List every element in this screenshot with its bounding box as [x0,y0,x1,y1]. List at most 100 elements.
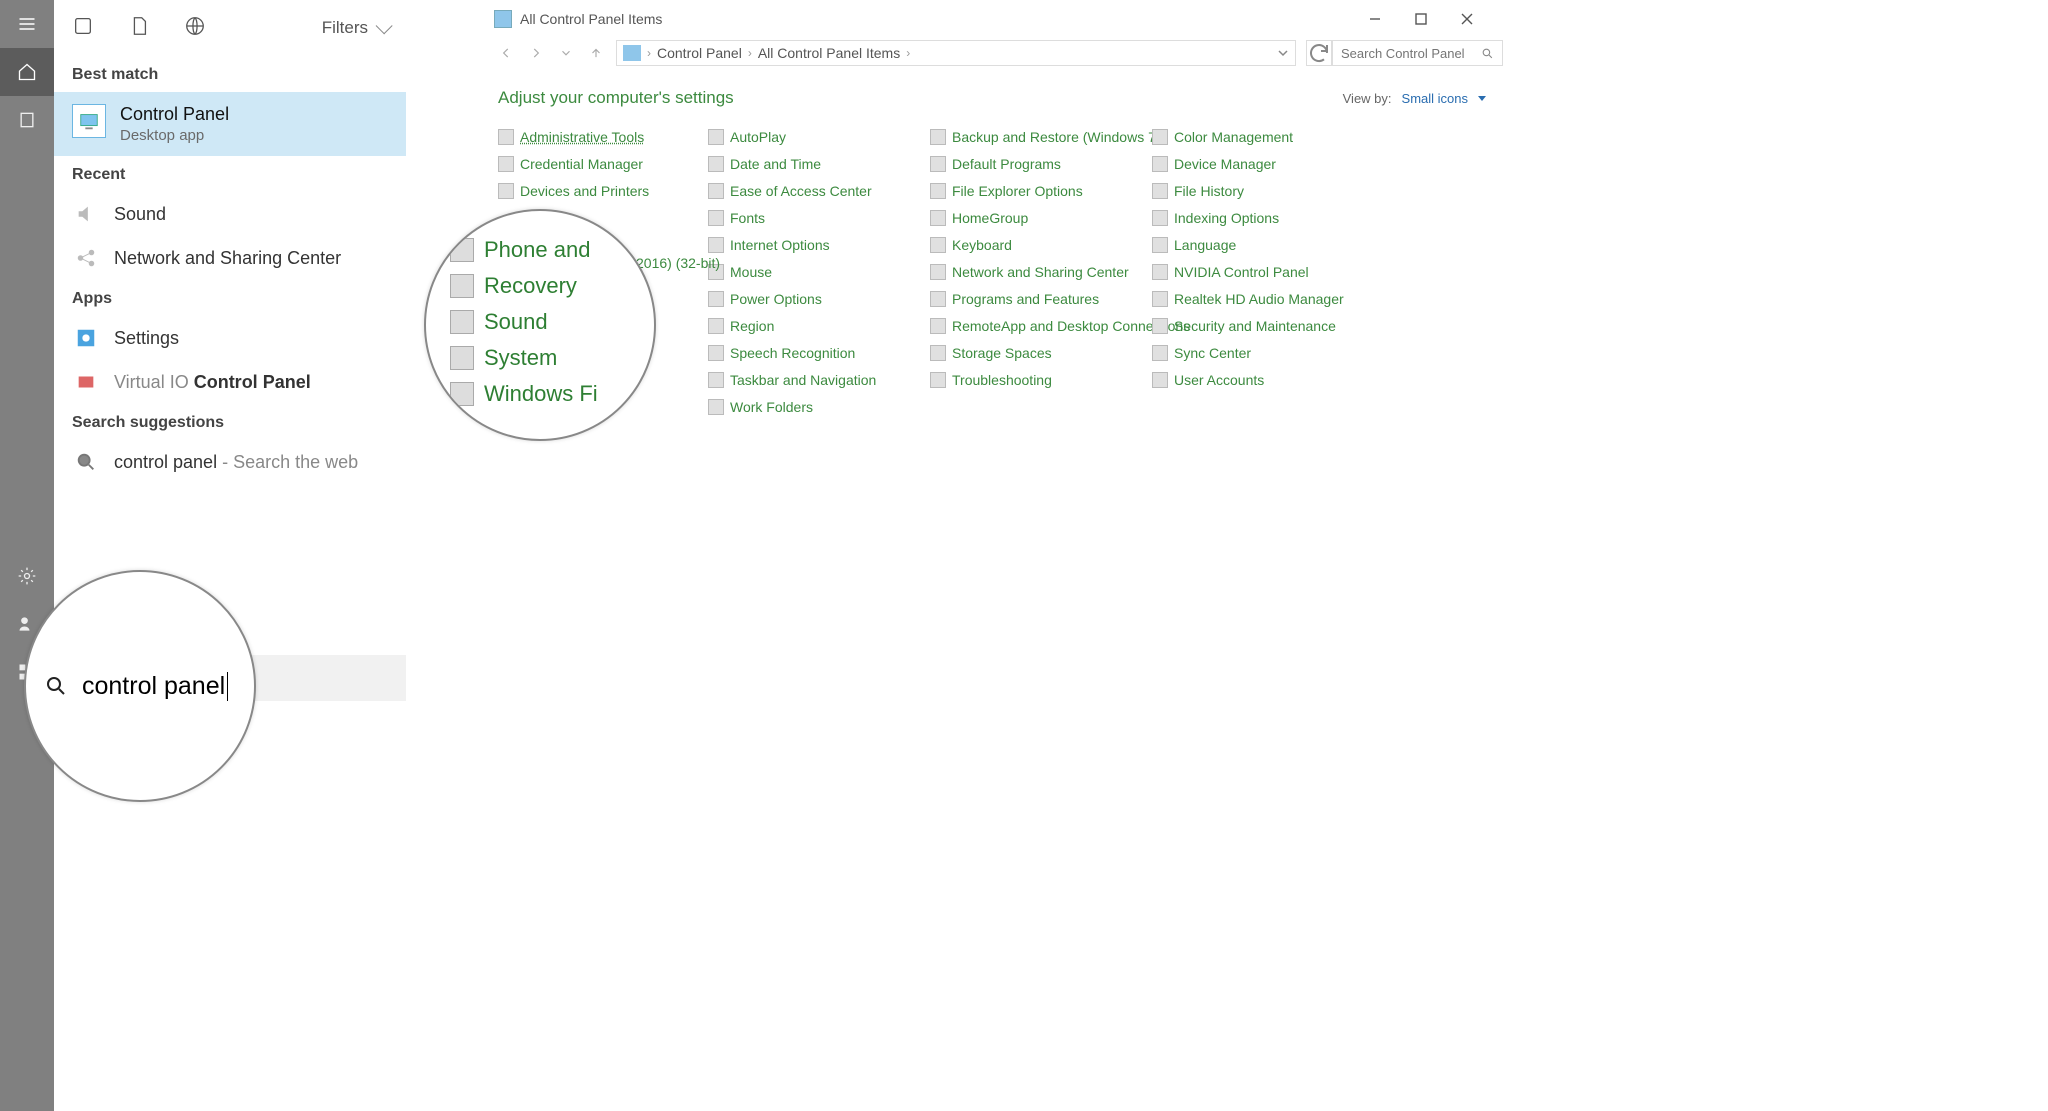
recent-item[interactable]: Sound [54,192,406,236]
apps-item[interactable]: Virtual IO Control Panel [54,360,406,404]
cp-item[interactable]: File Explorer Options [930,180,1152,202]
cp-item-label: Backup and Restore (Windows 7) [952,129,1161,145]
cp-item[interactable]: Taskbar and Navigation [708,369,930,391]
cp-item[interactable]: Realtek HD Audio Manager [1152,288,1372,310]
cp-item[interactable]: AutoPlay [708,126,930,148]
maximize-button[interactable] [1398,5,1444,33]
cp-item[interactable]: Administrative Tools [498,126,708,148]
network-icon [72,244,100,272]
cp-item[interactable]: File History [1152,180,1372,202]
cp-item[interactable]: Storage Spaces [930,342,1152,364]
viewby-label: View by: [1343,91,1392,106]
magnified-items-bubble: Phone and Recovery Sound System Windows … [424,209,656,441]
breadcrumb-bar[interactable]: › Control Panel › All Control Panel Item… [616,40,1296,66]
cp-item[interactable]: Ease of Access Center [708,180,930,202]
cp-item[interactable]: RemoteApp and Desktop Connections [930,315,1152,337]
windows-firewall-icon [450,382,474,406]
filters-dropdown[interactable]: Filters [322,18,388,38]
cp-item[interactable]: Date and Time [708,153,930,175]
cp-item[interactable]: Device Manager [1152,153,1372,175]
cp-item[interactable]: Troubleshooting [930,369,1152,391]
cp-item[interactable]: Keyboard [930,234,1152,256]
cp-item-label: HomeGroup [952,210,1028,226]
cp-item[interactable]: Security and Maintenance [1152,315,1372,337]
web-filter-icon[interactable] [184,15,206,42]
bubble-item[interactable]: Sound [450,309,548,335]
cp-item[interactable]: Language [1152,234,1372,256]
cp-item[interactable]: Network and Sharing Center [930,261,1152,283]
home-button[interactable] [0,48,54,96]
chevron-down-icon [376,17,393,34]
cp-item-icon [708,237,724,253]
breadcrumb-item[interactable]: Control Panel [657,45,742,61]
cp-item [930,396,1152,418]
cp-item-label: Device Manager [1174,156,1276,172]
nav-up-button[interactable] [586,43,606,63]
search-icon [1481,47,1494,60]
cp-item-label: Indexing Options [1174,210,1279,226]
best-match-title: Control Panel [120,104,229,125]
minimize-button[interactable] [1352,5,1398,33]
cp-item[interactable]: Internet Options [708,234,930,256]
sound-icon [450,310,474,334]
search-suggestion[interactable]: control panel - Search the web [54,440,406,484]
cp-item[interactable]: Fonts [708,207,930,229]
refresh-button[interactable] [1306,40,1332,66]
apps-item[interactable]: Settings [54,316,406,360]
settings-button[interactable] [0,552,54,600]
best-match-subtitle: Desktop app [120,127,229,144]
menu-button[interactable] [0,0,54,48]
cp-item[interactable]: Backup and Restore (Windows 7) [930,126,1152,148]
cp-item-icon [708,129,724,145]
nav-forward-button[interactable] [526,43,546,63]
cp-item[interactable]: Sync Center [1152,342,1372,364]
cp-item-label: Storage Spaces [952,345,1052,361]
best-match-result[interactable]: Control Panel Desktop app [54,92,406,156]
cp-item[interactable]: User Accounts [1152,369,1372,391]
recovery-icon [450,274,474,298]
nav-recent-dropdown[interactable] [556,43,576,63]
control-panel-icon [623,45,641,61]
cp-item[interactable]: Indexing Options [1152,207,1372,229]
adjust-settings-label: Adjust your computer's settings [498,88,734,108]
view-by-dropdown[interactable]: View by: Small icons [1343,91,1486,106]
close-button[interactable] [1444,5,1490,33]
bubble-item[interactable]: Windows Fi [450,381,598,407]
cp-search-input[interactable] [1341,46,1481,61]
cp-item-label: Security and Maintenance [1174,318,1336,334]
cp-item[interactable]: Programs and Features [930,288,1152,310]
bubble-item[interactable]: Phone and [450,237,590,263]
recent-item[interactable]: Network and Sharing Center [54,236,406,280]
cp-item-label: Administrative Tools [520,129,644,145]
cp-item[interactable]: Color Management [1152,126,1372,148]
control-panel-items-grid: Administrative ToolsAutoPlayBackup and R… [498,126,1486,418]
cp-item-label: Network and Sharing Center [952,264,1129,280]
breadcrumb-item[interactable]: All Control Panel Items [758,45,900,61]
settings-app-icon [72,324,100,352]
cp-item[interactable]: Speech Recognition [708,342,930,364]
apps-filter-icon[interactable] [72,15,94,42]
nav-back-button[interactable] [496,43,516,63]
apps-label: Virtual IO Control Panel [114,372,311,393]
recent-label: Network and Sharing Center [114,248,341,269]
suggestion-label: control panel - Search the web [114,452,358,473]
cp-item[interactable]: Region [708,315,930,337]
cp-item[interactable]: Work Folders [708,396,930,418]
documents-filter-icon[interactable] [128,15,150,42]
chevron-down-icon[interactable] [1277,47,1289,59]
bubble-item[interactable]: Recovery [450,273,577,299]
control-panel-search[interactable] [1332,40,1503,66]
cp-item[interactable]: Mouse [708,261,930,283]
bubble-item[interactable]: System [450,345,557,371]
cp-item[interactable]: Devices and Printers [498,180,708,202]
cp-item[interactable]: Credential Manager [498,153,708,175]
navigation-bar: › Control Panel › All Control Panel Item… [488,34,1496,70]
notebook-button[interactable] [0,96,54,144]
cp-item-icon [708,372,724,388]
cp-item[interactable]: Default Programs [930,153,1152,175]
cp-item[interactable]: NVIDIA Control Panel [1152,261,1372,283]
cp-item-label: Color Management [1174,129,1293,145]
window-titlebar[interactable]: All Control Panel Items [488,4,1496,34]
cp-item[interactable]: HomeGroup [930,207,1152,229]
cp-item[interactable]: Power Options [708,288,930,310]
